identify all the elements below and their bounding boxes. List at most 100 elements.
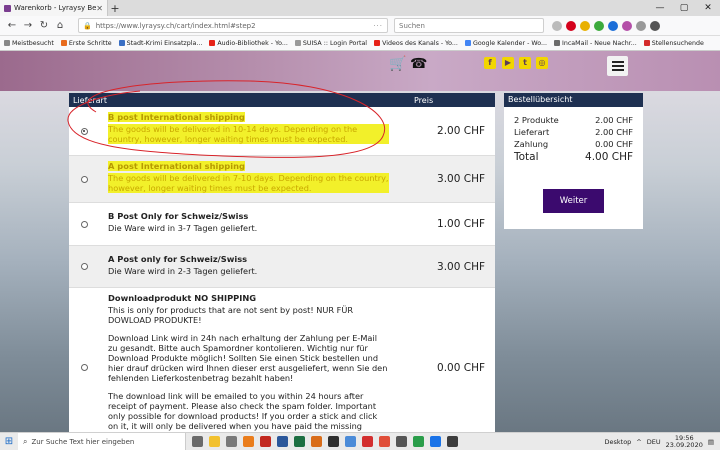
extension-icon[interactable]: [594, 20, 604, 31]
bookmark-item[interactable]: SUISA :: Login Portal: [294, 40, 367, 47]
option-price: 0.00 CHF: [437, 361, 485, 374]
desktop-label[interactable]: Desktop: [604, 438, 631, 446]
continue-button[interactable]: Weiter: [543, 189, 604, 213]
home-icon[interactable]: ⌂: [52, 20, 68, 31]
navigation-bar: ← → ↻ ⌂ 🔒 https://www.lyraysy.ch/cart/in…: [0, 16, 720, 36]
search-box[interactable]: [394, 18, 544, 33]
clock[interactable]: 19:56 23.09.2020: [666, 434, 703, 449]
extension-icon[interactable]: [608, 20, 618, 31]
menu-icon[interactable]: [607, 56, 628, 76]
shopping-cart-icon[interactable]: 🛒: [389, 56, 406, 72]
bookmark-label: Meistbesucht: [12, 39, 54, 47]
extension-icon[interactable]: [622, 20, 632, 31]
task-view-icon[interactable]: [192, 436, 203, 447]
option-text: Die Ware wird in 2-3 Tagen geliefert.: [108, 266, 258, 276]
radio-unchecked-icon[interactable]: [80, 175, 88, 183]
radio-a-swiss[interactable]: [69, 246, 99, 287]
bookmark-item[interactable]: Meistbesucht: [4, 40, 54, 47]
forward-icon[interactable]: →: [20, 20, 36, 31]
app-icon[interactable]: [345, 436, 356, 447]
app-icon[interactable]: [362, 436, 373, 447]
bookmark-label: Erste Schritte: [68, 39, 112, 47]
option-price: 3.00 CHF: [437, 173, 485, 185]
radio-a-international[interactable]: [69, 156, 99, 202]
shipping-option-a-international[interactable]: A post International shipping The goods …: [69, 156, 495, 203]
file-explorer-icon[interactable]: [209, 436, 220, 447]
bookmark-label: Audio-Bibliothek - Yo...: [217, 39, 288, 47]
browser-tab[interactable]: Warenkorb - Lyraysy Bewegun... ✕: [0, 0, 108, 16]
page-content: 🛒 ☎ f ▶ t ◎ Lieferart Preis B post Inter…: [0, 51, 720, 432]
radio-b-international[interactable]: [69, 107, 99, 155]
search-input[interactable]: [399, 21, 539, 30]
firefox-icon[interactable]: [243, 436, 254, 447]
instagram-icon[interactable]: ◎: [536, 57, 548, 69]
bookmark-item[interactable]: Stellensuchende: [643, 40, 704, 47]
new-tab-button[interactable]: +: [108, 2, 122, 15]
bookmark-item[interactable]: Erste Schritte: [60, 39, 112, 47]
bookmarks-bar: Meistbesucht Erste Schritte Stadt-Krimi …: [0, 36, 720, 51]
shipping-option-download[interactable]: Downloadprodukt NO SHIPPING This is only…: [69, 288, 495, 432]
shipping-option-a-swiss[interactable]: A Post only for Schweiz/Swiss Die Ware w…: [69, 246, 495, 288]
app-icon[interactable]: [260, 436, 271, 447]
option-title: A Post only for Schweiz/Swiss: [108, 254, 248, 264]
bookmark-item[interactable]: Videos des Kanals - Yo...: [374, 40, 458, 47]
minimize-icon[interactable]: —: [648, 0, 672, 16]
option-title: B post International shipping: [108, 112, 245, 122]
app-icon[interactable]: [430, 436, 441, 447]
option-text: This is only for products that are not s…: [108, 305, 354, 325]
maximize-icon[interactable]: ▢: [672, 0, 696, 16]
bookmark-item[interactable]: IncaMail - Neue Nachr...: [553, 40, 637, 47]
bookmark-item[interactable]: Audio-Bibliothek - Yo...: [209, 40, 288, 47]
option-description: A post International shipping The goods …: [99, 156, 399, 202]
radio-unchecked-icon[interactable]: [80, 263, 88, 270]
youtube-icon[interactable]: ▶: [502, 57, 514, 69]
bookmark-item[interactable]: Google Kalender - Wo...: [464, 40, 547, 47]
vlc-icon[interactable]: [311, 436, 322, 447]
extension-icon[interactable]: [580, 20, 590, 31]
address-bar[interactable]: 🔒 https://www.lyraysy.ch/cart/index.html…: [78, 18, 388, 33]
url-text[interactable]: https://www.lyraysy.ch/cart/index.html#s…: [96, 22, 374, 30]
shipping-option-b-swiss[interactable]: B Post Only for Schweiz/Swiss Die Ware w…: [69, 203, 495, 246]
close-window-icon[interactable]: ✕: [696, 0, 720, 16]
close-tab-icon[interactable]: ✕: [96, 4, 103, 13]
adblock-icon[interactable]: [566, 20, 576, 31]
page-actions-icon[interactable]: ···: [373, 22, 383, 30]
excel-icon[interactable]: [294, 436, 305, 447]
option-text: Die Ware wird in 3-7 Tagen geliefert.: [108, 223, 258, 233]
phone-icon[interactable]: ☎: [410, 56, 427, 72]
option-title: B Post Only for Schweiz/Swiss: [108, 211, 249, 221]
twitter-icon[interactable]: t: [519, 57, 531, 69]
tab-bar: Warenkorb - Lyraysy Bewegun... ✕ + — ▢ ✕: [0, 0, 720, 16]
tray-chevron-icon[interactable]: ^: [636, 438, 641, 446]
radio-unchecked-icon[interactable]: [80, 220, 88, 228]
windows-start-icon[interactable]: ⊞: [0, 436, 18, 447]
word-icon[interactable]: [277, 436, 288, 447]
shipping-option-b-international[interactable]: B post International shipping The goods …: [69, 107, 495, 156]
app-icon[interactable]: [447, 436, 458, 447]
app-icon[interactable]: [413, 436, 424, 447]
app-icon[interactable]: [379, 436, 390, 447]
site-favicon-icon: [4, 4, 11, 12]
menu-icon[interactable]: [650, 20, 660, 31]
store-icon[interactable]: [226, 436, 237, 447]
option-price: 1.00 CHF: [437, 218, 485, 230]
radio-download[interactable]: [69, 288, 99, 432]
language-indicator[interactable]: DEU: [647, 438, 661, 446]
bookmark-favicon-icon: [209, 40, 216, 46]
extension-icon[interactable]: [636, 20, 646, 31]
reload-icon[interactable]: ↻: [36, 20, 52, 31]
summary-total-row: Total 4.00 CHF: [504, 150, 643, 164]
bookmark-favicon-icon: [643, 40, 650, 46]
radio-checked-icon[interactable]: [80, 127, 88, 135]
option-description: B post International shipping The goods …: [99, 107, 399, 155]
facebook-icon[interactable]: f: [484, 57, 496, 69]
taskbar-search[interactable]: ⌕ Zur Suche Text hier eingeben: [18, 432, 186, 450]
app-icon[interactable]: [328, 436, 339, 447]
radio-unchecked-icon[interactable]: [80, 364, 88, 371]
app-icon[interactable]: [396, 436, 407, 447]
library-icon[interactable]: [552, 20, 562, 31]
notification-icon[interactable]: ▤: [708, 438, 714, 446]
back-icon[interactable]: ←: [4, 20, 20, 31]
bookmark-item[interactable]: Stadt-Krimi Einsatzpla...: [118, 40, 202, 47]
radio-b-swiss[interactable]: [69, 203, 99, 245]
